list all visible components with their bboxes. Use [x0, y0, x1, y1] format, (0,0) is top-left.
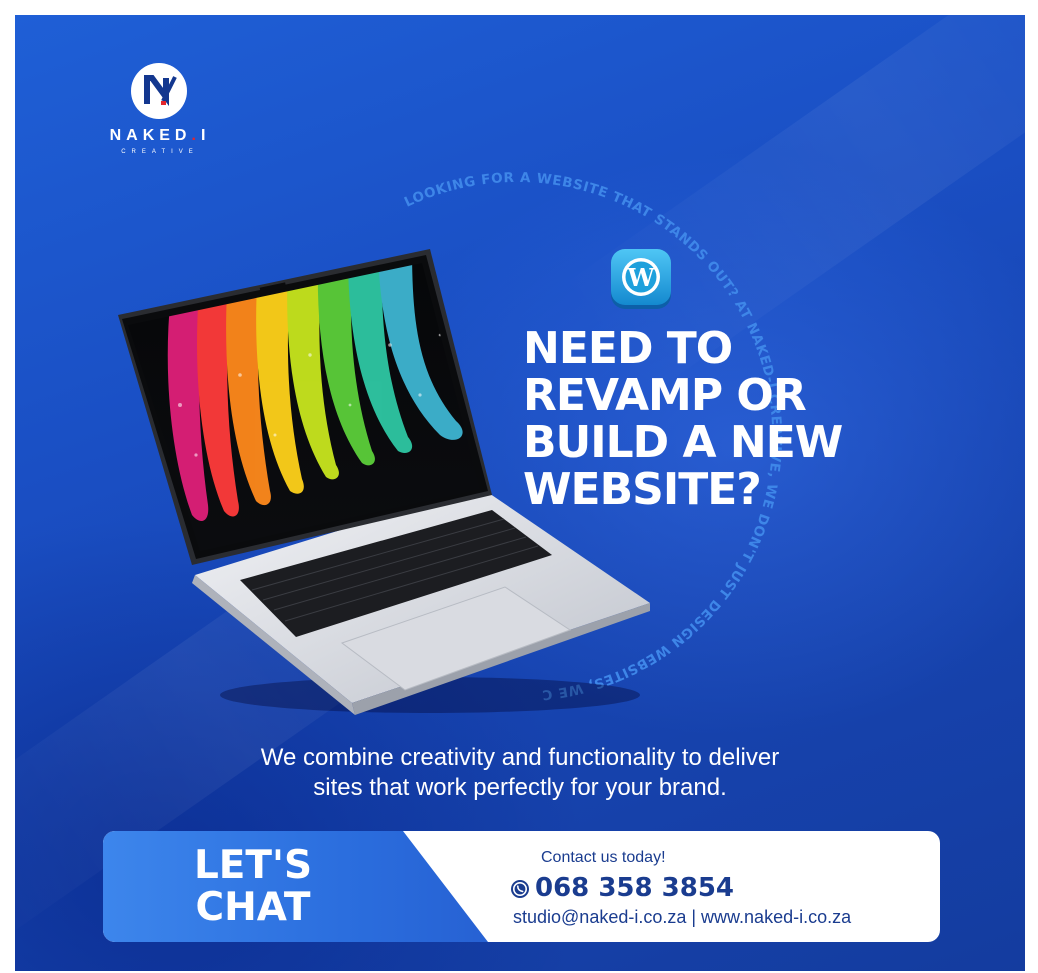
tagline-line: We combine creativity and functionality …	[260, 744, 780, 771]
cta-banner: LET'S CHAT Contact us today! 068 358 385…	[103, 831, 940, 942]
lets-chat-button[interactable]: LET'S CHAT	[143, 845, 363, 929]
phone-number[interactable]: 068 358 3854	[535, 873, 734, 903]
headline: NEED TO REVAMP OR BUILD A NEW WEBSITE?	[523, 325, 903, 513]
svg-text:W: W	[627, 263, 656, 292]
contact-label: Contact us today!	[541, 849, 666, 866]
headline-line: REVAMP OR	[523, 370, 807, 421]
tagline: We combine creativity and functionality …	[165, 743, 875, 803]
wordpress-icon: W	[610, 248, 672, 310]
tagline-line: sites that work perfectly for your brand…	[313, 774, 727, 801]
headline-line: BUILD A NEW	[523, 417, 843, 468]
headline-line: WEBSITE?	[523, 464, 762, 515]
contact-links[interactable]: studio@naked-i.co.za | www.naked-i.co.za	[513, 907, 851, 928]
headline-line: NEED TO	[523, 323, 733, 374]
cta-title-line: LET'S	[193, 843, 313, 888]
whatsapp-icon	[510, 879, 530, 899]
poster: NAKED.I CREATIVE LOOKING FOR A WEBSITE T…	[15, 15, 1025, 971]
cta-title-line: CHAT	[195, 885, 311, 930]
